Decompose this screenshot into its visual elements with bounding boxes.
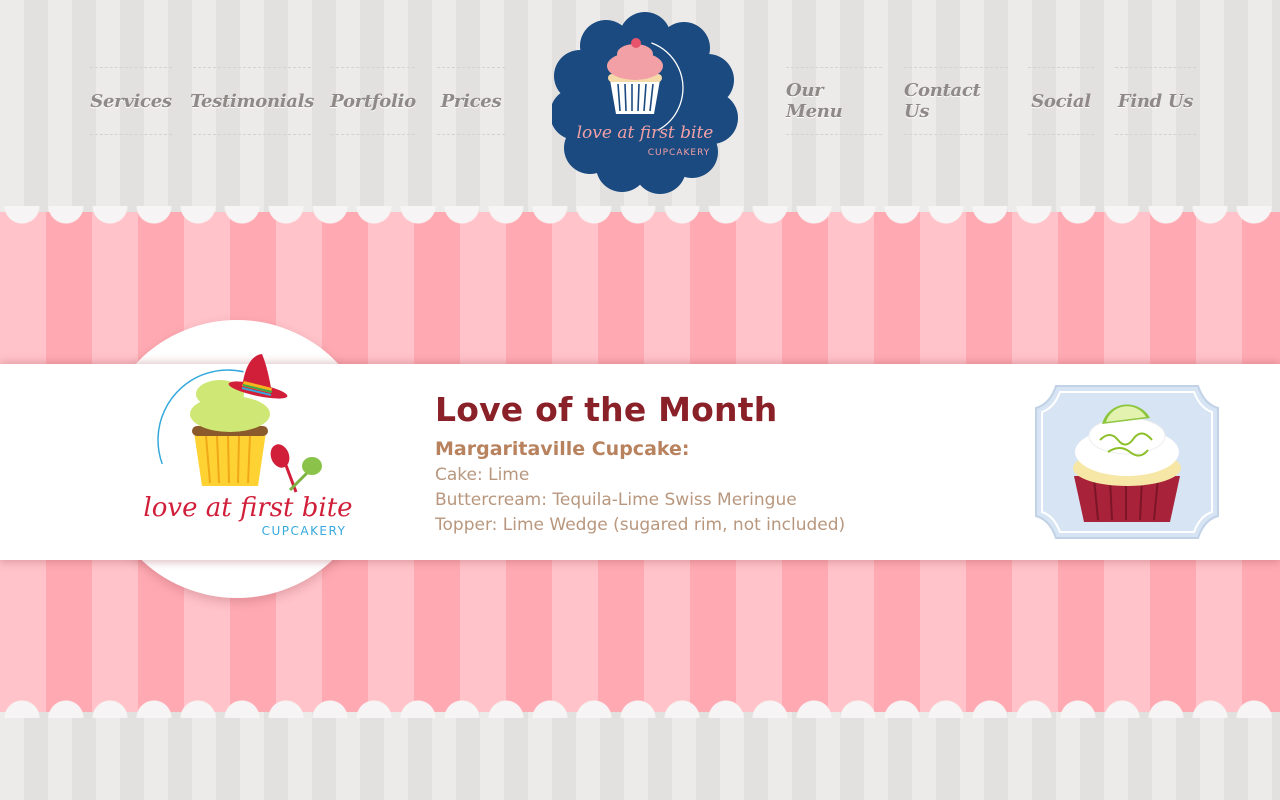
scallop-border-top	[0, 206, 1280, 228]
product-name: Margaritaville Cupcake:	[435, 438, 690, 460]
feature-title: Love of the Month	[435, 390, 778, 429]
cupcake-logo-icon[interactable]: love at first bite CUPCAKERY	[552, 10, 738, 194]
sombrero-cupcake-logo-icon: love at first bite CUPCAKERY	[143, 354, 353, 538]
page-footer-area	[0, 712, 1280, 800]
nav-link-our-menu[interactable]: Our Menu	[786, 67, 882, 135]
nav-link-testimonials[interactable]: Testimonials	[190, 67, 314, 135]
nav-link-portfolio[interactable]: Portfolio	[330, 67, 416, 135]
svg-text:CUPCAKERY: CUPCAKERY	[648, 148, 711, 158]
svg-text:love at first bite: love at first bite	[143, 493, 352, 523]
nav-link-prices[interactable]: Prices	[437, 67, 505, 135]
site-header: Services Testimonials Portfolio Prices O…	[0, 0, 1280, 214]
svg-text:love at first bite: love at first bite	[577, 123, 714, 143]
nav-link-contact-us[interactable]: Contact Us	[904, 67, 1008, 135]
nav-link-services[interactable]: Services	[90, 67, 172, 135]
detail-topper: Topper: Lime Wedge (sugared rim, not inc…	[435, 515, 846, 535]
lime-cupcake-icon	[1035, 385, 1219, 539]
detail-buttercream: Buttercream: Tequila-Lime Swiss Meringue	[435, 490, 797, 510]
detail-cake: Cake: Lime	[435, 465, 530, 485]
svg-text:CUPCAKERY: CUPCAKERY	[262, 524, 347, 538]
nav-link-social[interactable]: Social	[1028, 67, 1094, 135]
nav-link-find-us[interactable]: Find Us	[1115, 67, 1196, 135]
